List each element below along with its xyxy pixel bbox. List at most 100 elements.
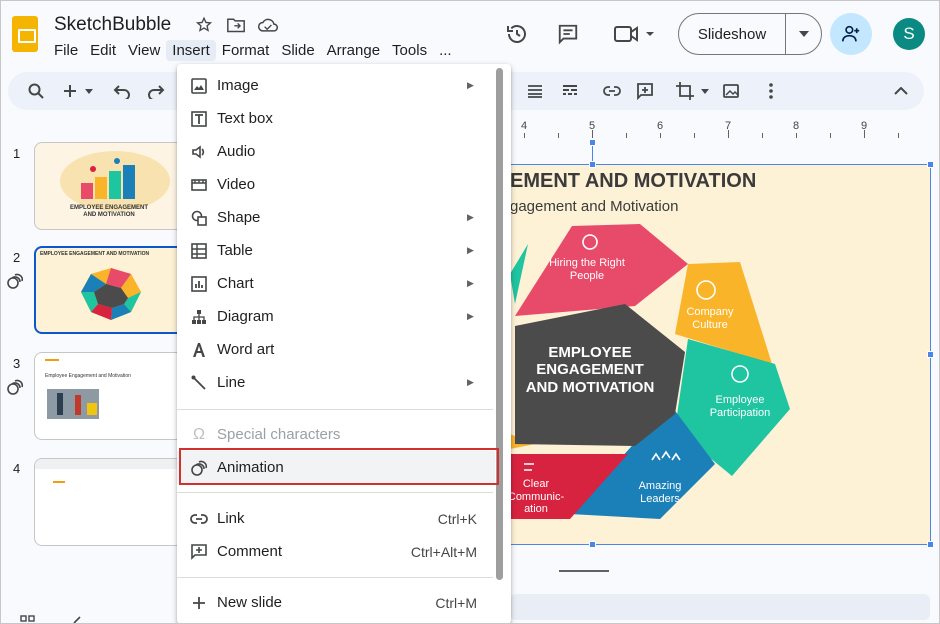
add-comment-icon[interactable] — [635, 81, 655, 101]
thumbnail-caption: EMPLOYEE ENGAGEMENT AND MOTIVATION — [69, 205, 148, 219]
slide-number: 1 — [13, 146, 21, 161]
menu-item-special-characters: Ω Special characters — [177, 418, 495, 451]
slides-logo[interactable] — [12, 16, 38, 52]
resize-handle[interactable] — [927, 161, 934, 168]
submenu-arrow-icon: ▶ — [467, 80, 474, 90]
slide-canvas[interactable]: EMENT AND MOTIVATION gagement and Motiva… — [510, 164, 930, 544]
document-title[interactable]: SketchBubble — [54, 14, 171, 36]
menu-item-shape[interactable]: Shape ▶ — [177, 201, 495, 234]
star-icon[interactable] — [193, 14, 215, 36]
more-options-icon[interactable] — [761, 81, 781, 101]
segment-label: Clear Communic- ation — [510, 478, 565, 516]
line-icon — [189, 373, 209, 393]
border-dash-icon[interactable] — [560, 81, 580, 101]
resize-handle[interactable] — [927, 541, 934, 548]
menu-item-chart[interactable]: Chart ▶ — [177, 267, 495, 300]
speaker-notes-handle[interactable] — [559, 570, 609, 572]
slide-thumbnail-2[interactable]: EMPLOYEE ENGAGEMENT AND MOTIVATION — [34, 246, 184, 334]
menu-item-text-box[interactable]: Text box — [177, 102, 495, 135]
menu-item-line[interactable]: Line ▶ — [177, 366, 495, 399]
collapse-filmstrip-icon[interactable] — [72, 612, 82, 624]
comment-icon — [189, 542, 209, 562]
speaker-notes-area[interactable] — [510, 594, 930, 620]
slideshow-button[interactable]: Slideshow — [678, 13, 822, 55]
ruler-number: 6 — [656, 120, 664, 132]
segment-label: Amazing Leaders — [638, 480, 682, 505]
animation-highlight-box — [179, 448, 499, 485]
resize-handle[interactable] — [927, 351, 934, 358]
segment-label: Employee Participation — [709, 394, 771, 419]
menu-item-audio[interactable]: Audio — [177, 135, 495, 168]
add-person-icon — [842, 25, 860, 42]
resize-handle[interactable] — [589, 161, 596, 168]
menu-item-video[interactable]: Video — [177, 168, 495, 201]
slideshow-label[interactable]: Slideshow — [679, 26, 785, 43]
cloud-status-icon[interactable] — [257, 14, 279, 36]
menu-slide[interactable]: Slide — [275, 40, 320, 61]
menu-item-diagram[interactable]: Diagram ▶ — [177, 300, 495, 333]
slide-number: 3 — [13, 356, 21, 371]
slide-thumbnail-1[interactable]: EMPLOYEE ENGAGEMENT AND MOTIVATION — [34, 142, 184, 230]
animation-badge-icon — [7, 273, 24, 289]
collapse-toolbar-icon[interactable] — [891, 81, 911, 101]
omega-icon: Ω — [193, 425, 205, 443]
menu-more[interactable]: ... — [433, 40, 458, 61]
resize-handle[interactable] — [589, 541, 596, 548]
menu-item-comment[interactable]: Comment Ctrl+Alt+M — [177, 535, 495, 568]
slide-thumbnail-3[interactable]: Employee Engagement and Motivation — [34, 352, 184, 440]
redo-icon[interactable] — [146, 81, 166, 101]
share-button[interactable] — [830, 13, 872, 55]
grid-view-icon[interactable] — [20, 612, 36, 622]
replace-image-icon[interactable] — [721, 81, 741, 101]
undo-icon[interactable] — [112, 81, 132, 101]
menu-item-table[interactable]: Table ▶ — [177, 234, 495, 267]
menu-edit[interactable]: Edit — [84, 40, 122, 61]
menu-format[interactable]: Format — [216, 40, 276, 61]
insert-menu: Image ▶ Text box Audio Video Shape ▶ Tab… — [177, 64, 511, 624]
search-icon[interactable] — [26, 81, 46, 101]
avatar[interactable]: S — [893, 18, 925, 50]
menu-item-new-slide[interactable]: New slide Ctrl+M — [177, 586, 495, 619]
align-icon[interactable] — [525, 81, 545, 101]
new-slide-icon[interactable] — [60, 81, 80, 101]
image-icon — [189, 76, 209, 96]
ruler-number: 8 — [792, 120, 800, 132]
chart-icon — [189, 274, 209, 294]
new-slide-dropdown-icon[interactable] — [82, 81, 96, 101]
menu-arrange[interactable]: Arrange — [321, 40, 386, 61]
menu-file[interactable]: File — [48, 40, 84, 61]
slide-thumbnail-4[interactable] — [34, 458, 184, 546]
horizontal-ruler: 4 5 6 7 8 9 — [510, 120, 930, 140]
meet-icon[interactable] — [612, 20, 658, 48]
shape-icon — [189, 208, 209, 228]
menu-view[interactable]: View — [122, 40, 166, 61]
thumbnail-caption: Employee Engagement and Motivation — [45, 373, 131, 379]
ruler-number: 7 — [724, 120, 732, 132]
menu-item-image[interactable]: Image ▶ — [177, 69, 495, 102]
history-icon[interactable] — [503, 20, 531, 48]
comments-icon[interactable] — [554, 20, 582, 48]
ruler-number: 9 — [860, 120, 868, 132]
move-folder-icon[interactable] — [225, 14, 247, 36]
crop-icon[interactable] — [675, 81, 695, 101]
menu-item-link[interactable]: Link Ctrl+K — [177, 502, 495, 535]
menu-scrollbar[interactable] — [496, 68, 503, 580]
menu-bar: File Edit View Insert Format Slide Arran… — [48, 40, 458, 61]
segment-label: Hiring the Right People — [549, 257, 625, 282]
animation-badge-icon — [7, 379, 24, 395]
link-icon — [189, 509, 209, 529]
slideshow-dropdown-icon[interactable] — [786, 31, 821, 37]
ruler-number: 4 — [520, 120, 528, 132]
segment-label: Company Culture — [686, 306, 734, 331]
menu-tools[interactable]: Tools — [386, 40, 433, 61]
rotate-handle[interactable] — [589, 139, 596, 146]
menu-item-word-art[interactable]: Word art — [177, 333, 495, 366]
slide-number: 4 — [13, 461, 21, 476]
shortcut-label: Ctrl+Alt+M — [410, 543, 477, 560]
word-art-icon — [189, 340, 209, 360]
crop-dropdown-icon[interactable] — [698, 81, 712, 101]
insert-link-icon[interactable] — [602, 81, 622, 101]
submenu-arrow-icon: ▶ — [467, 311, 474, 321]
menu-insert[interactable]: Insert — [166, 40, 216, 61]
submenu-arrow-icon: ▶ — [467, 377, 474, 387]
